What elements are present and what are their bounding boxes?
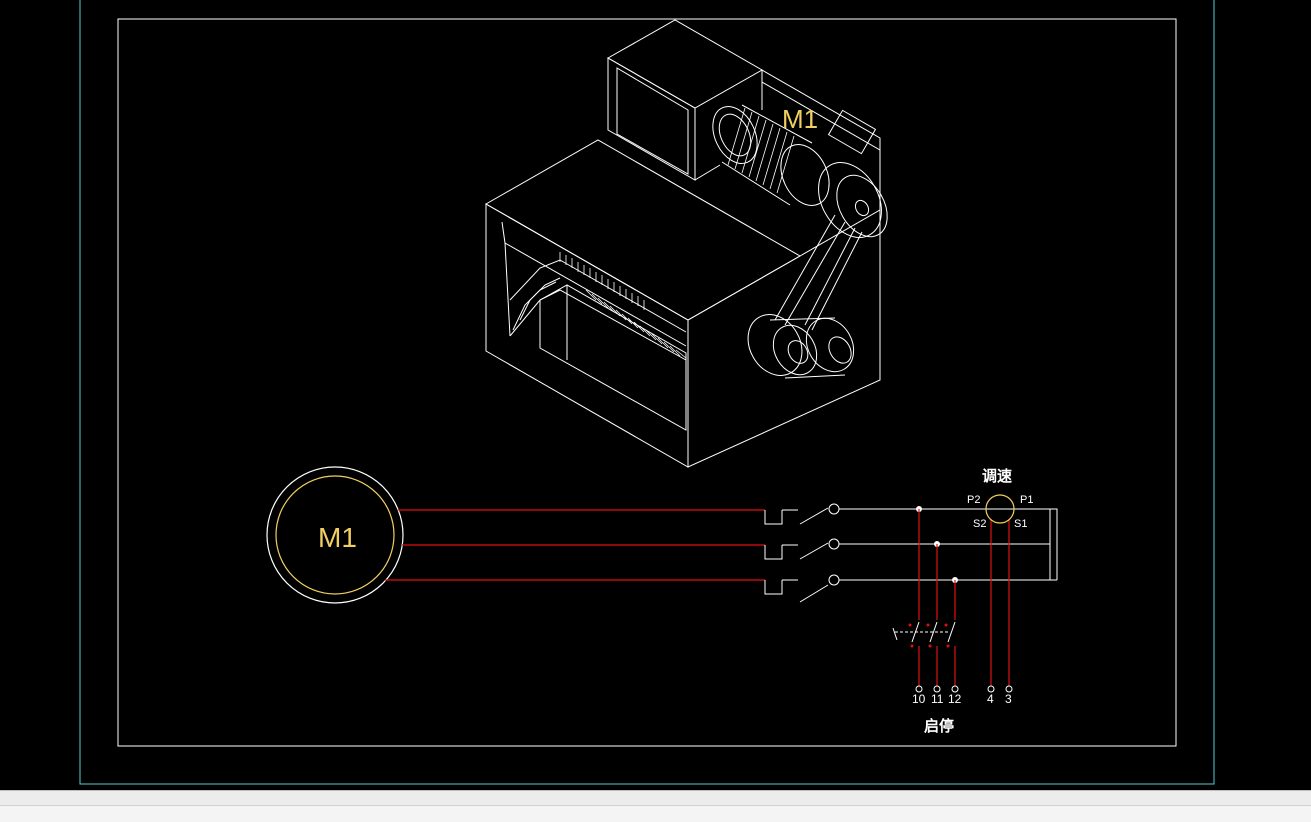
terminal-number-10: 10 [912, 692, 926, 706]
pot-terminal-p1: P1 [1020, 494, 1033, 506]
start-stop-label: 启停 [924, 717, 954, 735]
status-bar [0, 790, 1311, 822]
terminal-number-3: 3 [1005, 692, 1012, 706]
drawing-border [117, 18, 1177, 747]
terminal-number-12: 12 [948, 692, 962, 706]
speed-control-title: 调速 [982, 467, 1012, 485]
control-wires [918, 509, 1010, 686]
machine-isometric [484, 19, 888, 468]
motor-label: M1 [318, 522, 357, 553]
viewport-frame [79, 0, 1215, 785]
terminal-number-4: 4 [987, 692, 994, 706]
terminal-number-11: 11 [931, 692, 944, 706]
pot-terminal-s1: S1 [1014, 518, 1027, 530]
pot-terminal-p2: P2 [967, 494, 980, 506]
pot-terminal-s2: S2 [973, 518, 986, 530]
motor-supply-wires [385, 509, 765, 581]
cad-drawing-canvas[interactable]: M1 M1 10 11 12 4 3 启停 调速 P2 P1 S2 S1 [0, 0, 1311, 800]
machine-motor-label: M1 [782, 104, 818, 134]
start-stop-switch [892, 621, 956, 648]
status-bar-strip [0, 805, 1311, 822]
